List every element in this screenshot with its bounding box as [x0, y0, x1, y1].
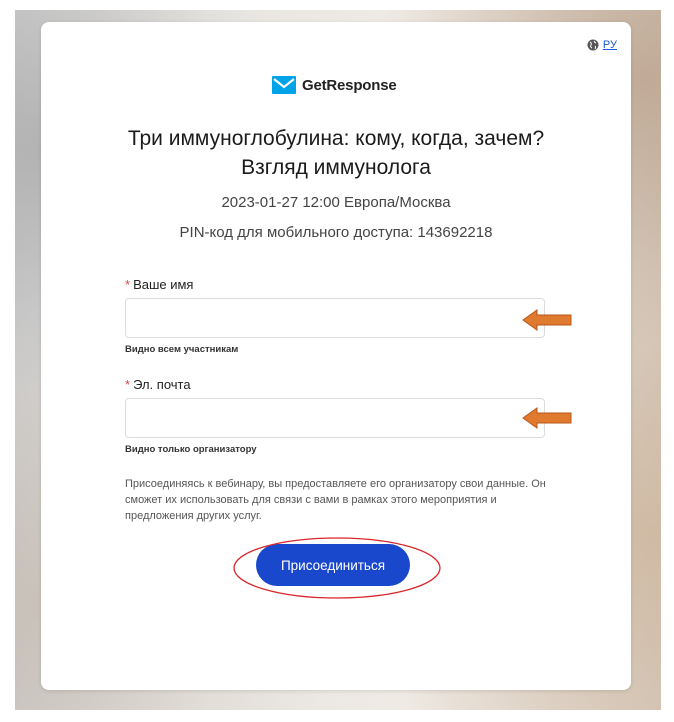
email-field[interactable]	[125, 398, 545, 438]
language-switcher[interactable]: РУ	[587, 39, 617, 51]
brand-logo: GetResponse	[272, 76, 397, 94]
email-hint: Видно только организатору	[125, 444, 257, 455]
join-button[interactable]: Присоединиться	[256, 544, 410, 586]
language-label[interactable]: РУ	[603, 39, 617, 51]
name-hint: Видно всем участникам	[125, 344, 239, 355]
mobile-pin: PIN-код для мобильного доступа: 14369221…	[179, 224, 493, 241]
consent-notice: Присоединяясь к вебинару, вы предоставля…	[125, 478, 546, 522]
registration-card: РУ GetResponse Три иммуноглобулина: кому…	[41, 22, 631, 690]
email-label: * Эл. почта	[125, 377, 191, 392]
required-marker: *	[125, 377, 131, 392]
webinar-datetime: 2023-01-27 12:00 Европа/Москва	[221, 194, 451, 211]
name-field[interactable]	[125, 298, 545, 338]
brand-name: GetResponse	[302, 76, 397, 94]
envelope-logo-icon	[272, 76, 296, 94]
annotation-arrow-left-icon	[522, 309, 572, 331]
globe-icon	[587, 39, 599, 51]
email-label-text: Эл. почта	[133, 377, 191, 392]
annotation-arrow-left-icon	[522, 407, 572, 429]
required-marker: *	[125, 277, 131, 292]
webinar-title: Три иммуноглобулина: кому, когда, зачем?…	[127, 127, 545, 179]
name-label: * Ваше имя	[125, 277, 193, 292]
name-label-text: Ваше имя	[133, 277, 194, 292]
